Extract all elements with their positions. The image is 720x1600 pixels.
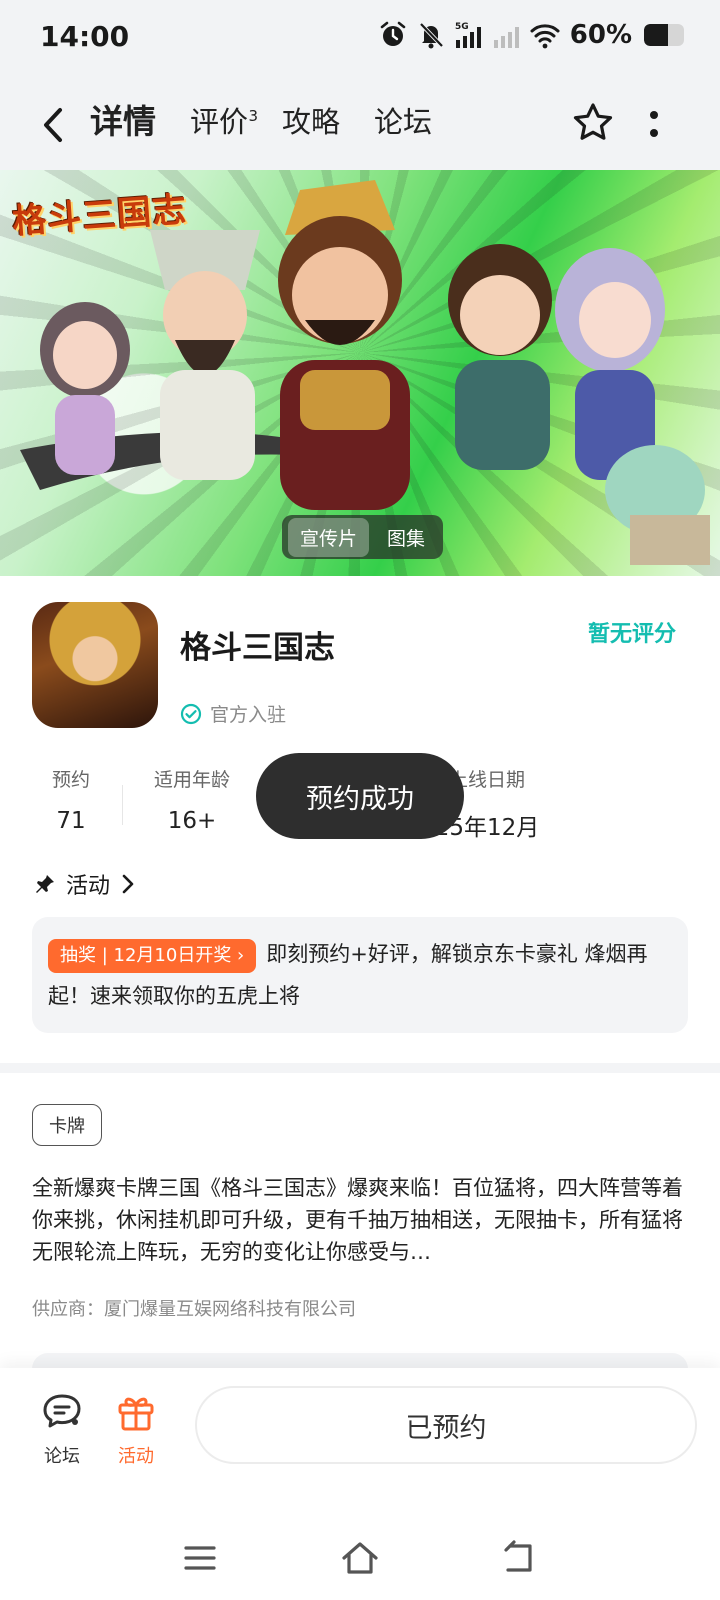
battery-icon xyxy=(644,24,684,46)
section-divider xyxy=(0,1063,720,1073)
stat-reservations-label: 预约 xyxy=(51,769,90,791)
activity-label: 活动 xyxy=(118,1446,154,1467)
hero-banner[interactable]: 格斗三国志 宣传片 图集 xyxy=(0,170,720,576)
signal-weak-icon xyxy=(492,20,522,50)
top-nav: 详情 评价 3 攻略 论坛 xyxy=(0,80,720,170)
tab-reviews-label: 评价 xyxy=(190,105,249,139)
stat-reservations-value: 71 xyxy=(56,808,86,834)
toast-message: 预约成功 xyxy=(256,753,464,839)
back-button[interactable] xyxy=(36,102,72,148)
bottom-action-bar: 论坛 活动 已预约 xyxy=(0,1368,720,1498)
more-options-button[interactable] xyxy=(648,106,660,146)
system-nav-bar xyxy=(0,1498,720,1600)
wifi-icon xyxy=(530,20,560,50)
activity-header[interactable]: 活动 xyxy=(34,868,136,900)
official-label: 官方入驻 xyxy=(210,704,287,726)
mute-icon xyxy=(416,20,446,50)
reviews-count-badge: 3 xyxy=(248,107,259,125)
game-description[interactable]: 全新爆爽卡牌三国《格斗三国志》爆爽来临！百位猛将，四大阵营等着你来挑，休闲挂机即… xyxy=(32,1172,688,1268)
supplier-info: 供应商：厦门爆量互娱网络科技有限公司 xyxy=(32,1299,356,1320)
chevron-right-icon xyxy=(122,874,134,894)
media-tab-gallery[interactable]: 图集 xyxy=(375,518,437,557)
rating-label[interactable]: 暂无评分 xyxy=(588,616,676,648)
media-switch: 宣传片 图集 xyxy=(282,515,444,559)
tab-forum-label: 论坛 xyxy=(374,105,433,139)
tab-forum[interactable]: 论坛 xyxy=(374,98,432,146)
official-badge: 官方入驻 xyxy=(180,700,286,727)
forum-button[interactable]: 论坛 xyxy=(32,1390,92,1468)
menu-icon[interactable] xyxy=(180,1538,220,1578)
lottery-badge[interactable]: 抽奖 | 12月10日开奖 › xyxy=(48,939,257,973)
activity-title: 活动 xyxy=(66,874,111,899)
tab-guides[interactable]: 攻略 xyxy=(282,98,340,146)
pin-icon xyxy=(36,875,54,893)
star-icon xyxy=(573,103,613,140)
activity-card[interactable]: 抽奖 | 12月10日开奖 › 即刻预约+好评，解锁京东卡豪礼 烽烟再起！速来领取… xyxy=(32,917,688,1033)
forum-chat-icon xyxy=(43,1394,81,1428)
stat-age-value: 16+ xyxy=(167,808,217,834)
battery-percent: 60% xyxy=(569,20,632,50)
back-arrow-icon xyxy=(44,108,62,142)
tab-details[interactable]: 详情 xyxy=(86,98,160,146)
gift-icon xyxy=(118,1397,154,1431)
signal-icon: 5G xyxy=(454,20,484,50)
tab-bar: 详情 评价 3 攻略 论坛 xyxy=(86,98,432,146)
media-tab-trailer[interactable]: 宣传片 xyxy=(288,517,370,557)
network-label: 5G xyxy=(455,22,469,32)
alarm-icon xyxy=(378,20,408,50)
reserved-button[interactable]: 已预约 xyxy=(195,1386,697,1464)
favorite-button[interactable] xyxy=(570,100,616,146)
back-nav-icon[interactable] xyxy=(500,1538,540,1578)
status-bar: 14:00 5G 60% xyxy=(0,0,720,80)
status-icons: 5G 60% xyxy=(378,20,684,50)
home-icon[interactable] xyxy=(340,1538,380,1578)
status-time: 14:00 xyxy=(40,20,130,53)
activity-button[interactable]: 活动 xyxy=(106,1390,166,1468)
verified-check-icon xyxy=(180,703,202,724)
activity-content: 抽奖 | 12月10日开奖 › 即刻预约+好评，解锁京东卡豪礼 烽烟再起！速来领取… xyxy=(48,933,672,1017)
stat-age-label: 适用年龄 xyxy=(153,769,230,791)
app-icon xyxy=(32,602,158,728)
stat-reservations: 预约 71 xyxy=(32,765,110,834)
more-dots-icon xyxy=(650,111,658,137)
stat-age: 适用年龄 16+ xyxy=(144,765,240,834)
tab-details-label: 详情 xyxy=(90,102,156,141)
forum-label: 论坛 xyxy=(44,1446,80,1467)
tab-reviews[interactable]: 评价 3 xyxy=(190,98,258,146)
stat-divider xyxy=(122,785,123,825)
genre-tag[interactable]: 卡牌 xyxy=(32,1104,102,1146)
app-name: 格斗三国志 xyxy=(180,630,335,666)
tab-guides-label: 攻略 xyxy=(282,105,341,139)
battery-fill xyxy=(644,24,668,46)
